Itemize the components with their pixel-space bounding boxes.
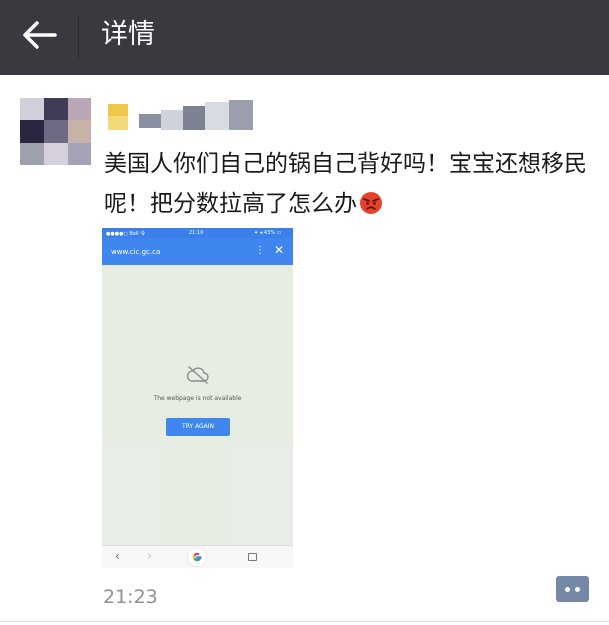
error-message: The webpage is not available [153,395,242,402]
attached-screenshot[interactable]: ●●●●○ Bell 令 21:10 ✦ ◂ 43% ▭ www.cic.gc.… [102,228,293,568]
page-area-right [226,443,293,545]
page-area-left [102,443,164,545]
avatar[interactable] [20,98,91,165]
status-battery: ✦ ◂ 43% ▭ [254,230,282,236]
status-carrier: ●●●●○ Bell 令 [106,231,146,237]
chevron-left-icon: ‹ [115,549,120,563]
back-button[interactable] [18,14,62,58]
username-pixelated[interactable] [108,100,253,134]
post-time: 21:23 [103,586,158,608]
status-time: 21:10 [189,230,204,236]
header-divider [78,15,79,59]
angry-face-icon [360,192,382,214]
chevron-right-icon: › [147,549,152,563]
browser-url-bar: www.cic.gc.ca ⋮ ✕ [102,238,293,265]
tabs-icon [248,553,257,561]
cloud-off-icon [186,366,209,384]
phone-status-bar: ●●●●○ Bell 令 21:10 ✦ ◂ 43% ▭ [102,228,293,238]
arrow-left-icon [23,21,57,49]
browser-url: www.cic.gc.ca [111,248,161,256]
post-text: 美国人你们自己的锅自己背好吗！宝宝还想移民呢！把分数拉高了怎么办 [104,151,587,217]
comment-button[interactable] [556,576,589,602]
google-logo-icon [187,547,207,567]
page-title: 详情 [101,19,155,50]
top-bar: 详情 [0,0,609,75]
divider [0,621,609,622]
post-message: 美国人你们自己的锅自己背好吗！宝宝还想移民呢！把分数拉高了怎么办 [104,144,594,224]
browser-bottom-bar: ‹ › [102,545,293,568]
try-again-button: TRY AGAIN [166,418,230,436]
close-icon: ✕ [274,243,285,257]
more-vert-icon: ⋮ [255,245,265,256]
